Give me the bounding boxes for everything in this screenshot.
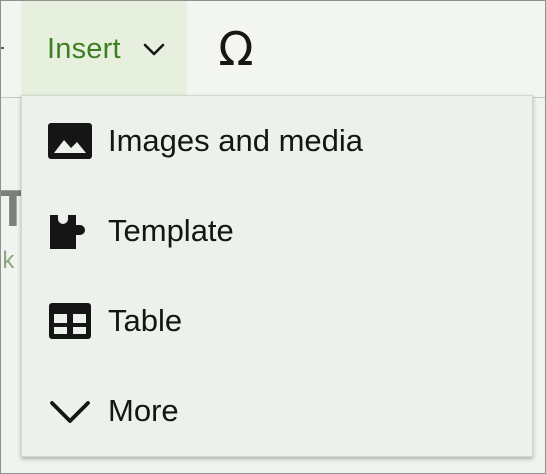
- chevron-down-icon: [143, 43, 165, 56]
- table-icon: [49, 303, 91, 339]
- editor-toolbar: Insert Ω: [1, 1, 545, 98]
- omega-icon: Ω: [218, 22, 254, 76]
- insert-menu-button[interactable]: Insert: [21, 1, 187, 97]
- editor-window: T ik Insert Ω Images and media Template: [0, 0, 546, 474]
- menu-item-images-and-media[interactable]: Images and media: [22, 96, 532, 186]
- insert-label: Insert: [47, 32, 121, 65]
- menu-item-label: Template: [108, 213, 234, 248]
- page-subtitle-fragment: ik: [1, 247, 15, 274]
- menu-item-more[interactable]: More: [22, 366, 532, 456]
- puzzle-icon: [50, 215, 85, 249]
- menu-item-template[interactable]: Template: [22, 186, 532, 276]
- toolbar-edge-marker: [1, 47, 4, 49]
- menu-item-label: More: [108, 393, 179, 428]
- menu-item-label: Images and media: [108, 123, 364, 158]
- menu-item-table[interactable]: Table: [22, 276, 532, 366]
- image-icon: [48, 123, 92, 159]
- insert-dropdown-menu: Images and media Template Table More: [21, 95, 533, 457]
- chevron-down-icon: [50, 401, 90, 423]
- menu-item-label: Table: [108, 303, 183, 338]
- special-character-button[interactable]: Ω: [205, 19, 267, 79]
